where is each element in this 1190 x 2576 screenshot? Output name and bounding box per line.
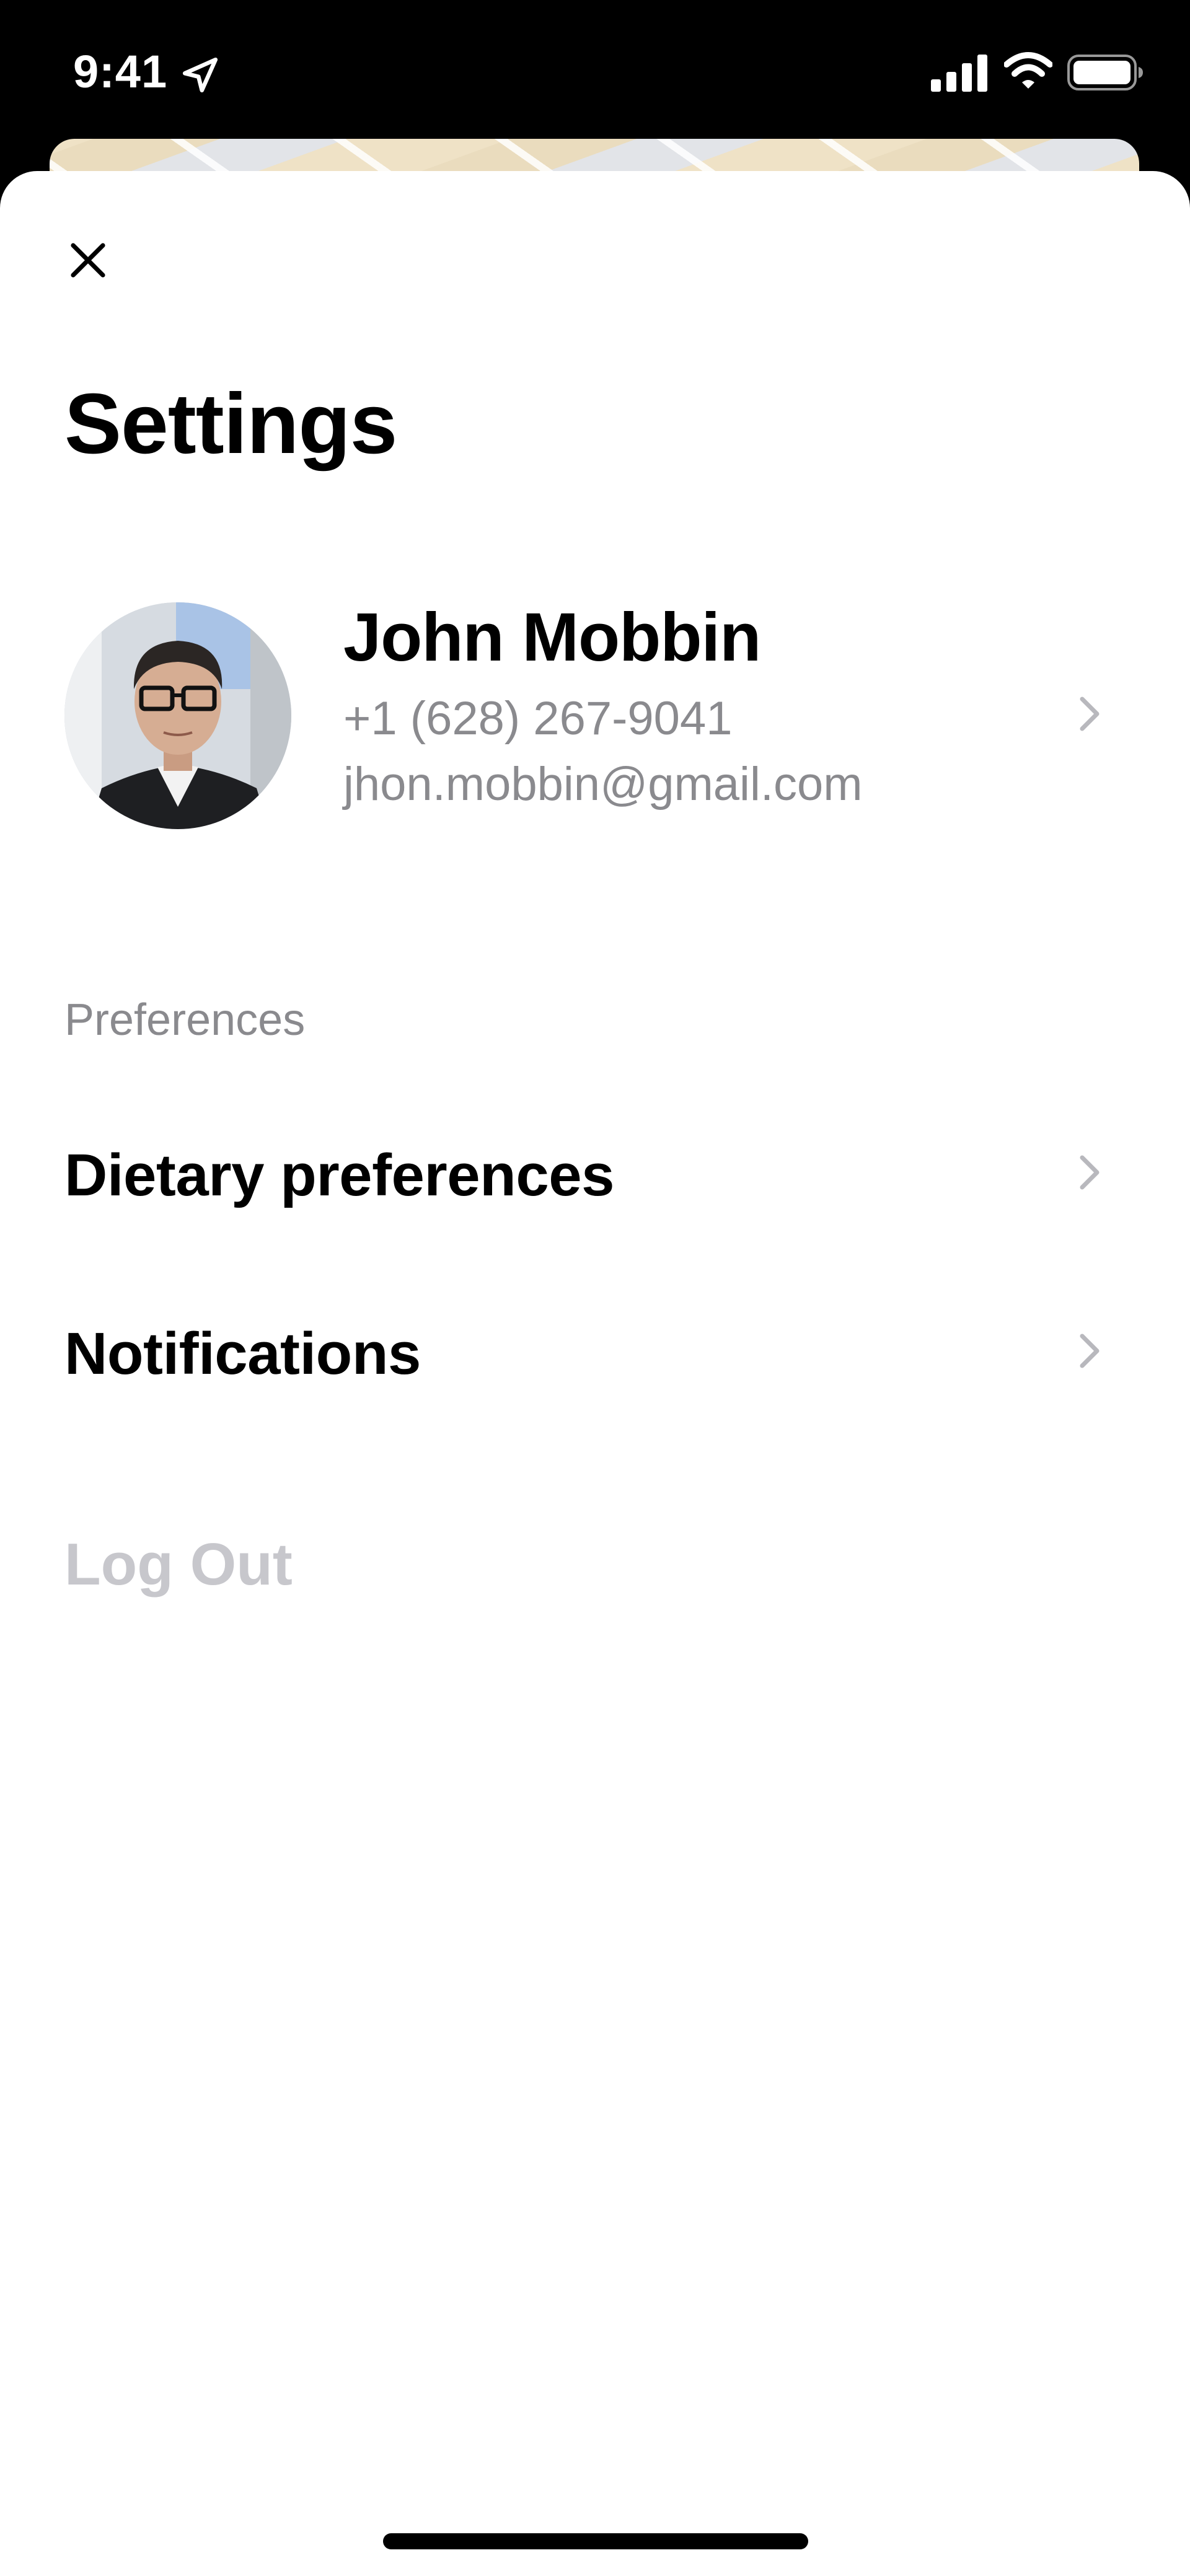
location-arrow-icon	[180, 55, 221, 95]
page-title: Settings	[64, 376, 397, 472]
log-out-button[interactable]: Log Out	[64, 1531, 293, 1599]
chevron-right-icon	[1075, 1154, 1104, 1191]
row-label: Notifications	[64, 1321, 421, 1387]
profile-email: jhon.mobbin@gmail.com	[343, 758, 863, 811]
close-button[interactable]	[57, 229, 119, 291]
status-bar: 9:41	[0, 0, 1190, 143]
battery-icon	[1067, 53, 1144, 92]
avatar	[64, 602, 291, 829]
list-item-notifications[interactable]: Notifications	[64, 1306, 1128, 1399]
profile-phone: +1 (628) 267-9041	[343, 692, 733, 745]
chevron-right-icon	[1075, 1332, 1104, 1369]
home-indicator[interactable]	[383, 2533, 808, 2549]
settings-screen: 9:41 Settings John Mobbin +1 (628) 267-9…	[0, 0, 1190, 2576]
chevron-right-icon	[1075, 695, 1104, 732]
profile-name: John Mobbin	[343, 599, 761, 675]
close-icon	[71, 243, 105, 278]
row-label: Dietary preferences	[64, 1142, 614, 1208]
profile-row[interactable]: John Mobbin +1 (628) 267-9041 jhon.mobbi…	[64, 597, 1128, 833]
wifi-icon	[1003, 51, 1053, 92]
section-header-preferences: Preferences	[64, 995, 306, 1045]
status-time: 9:41	[73, 46, 168, 97]
cellular-signal-icon	[931, 55, 988, 92]
list-item-dietary-preferences[interactable]: Dietary preferences	[64, 1128, 1128, 1221]
